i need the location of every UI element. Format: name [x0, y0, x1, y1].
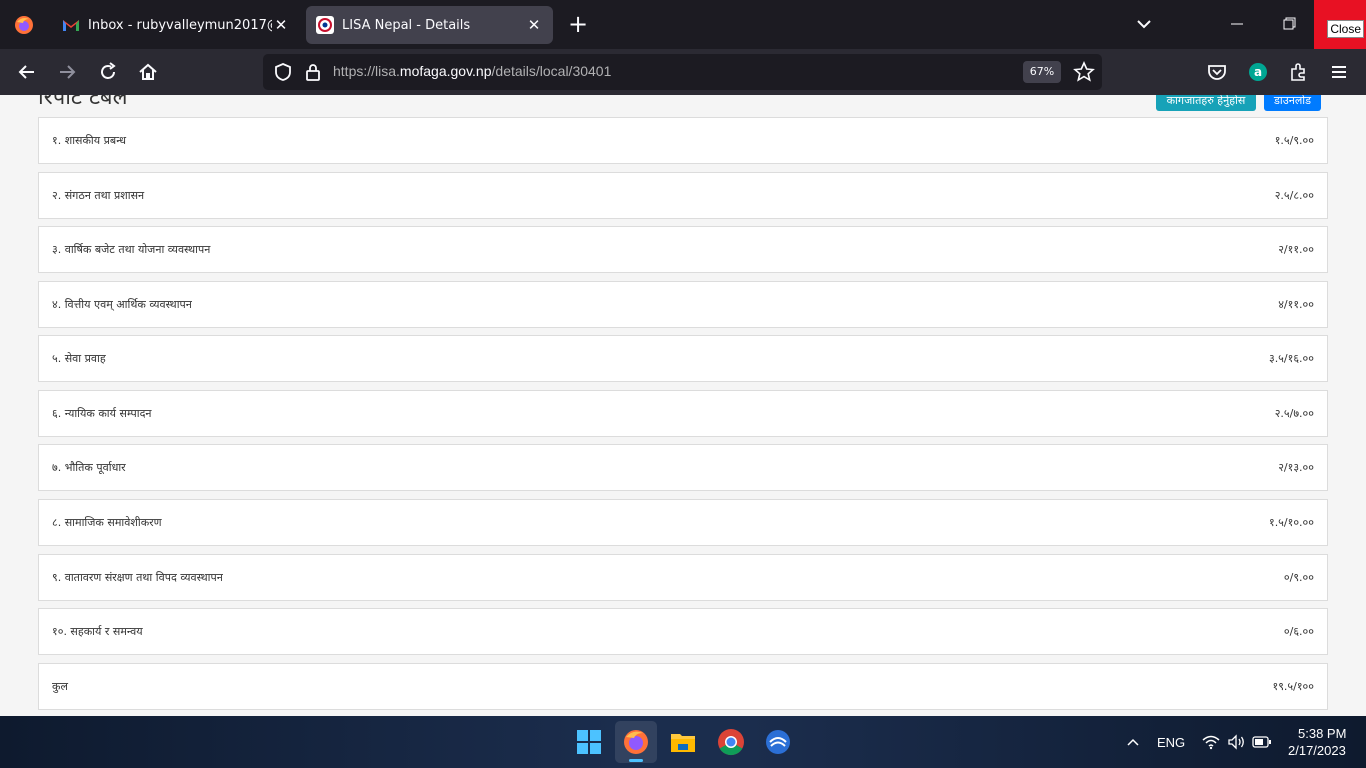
bookmark-star-icon[interactable] — [1073, 61, 1095, 83]
lisa-logo-icon — [316, 16, 334, 34]
row-label: कुल — [52, 680, 68, 693]
volume-icon[interactable] — [1227, 734, 1247, 750]
window-close-button[interactable]: Close — [1314, 0, 1366, 49]
firefox-taskbar-button[interactable] — [615, 721, 657, 763]
forward-arrow-icon[interactable] — [56, 61, 78, 83]
tab-lisa-nepal[interactable]: LISA Nepal - Details ✕ — [306, 6, 553, 44]
row-score: २/११.०० — [1278, 243, 1314, 256]
gmail-icon — [63, 20, 79, 31]
report-row: १०. सहकार्य र समन्वय ०/६.०० — [38, 608, 1328, 655]
home-icon[interactable] — [137, 61, 159, 83]
back-arrow-icon[interactable] — [16, 61, 38, 83]
close-tooltip: Close — [1327, 20, 1364, 38]
row-score: २/१३.०० — [1278, 461, 1314, 474]
report-row: ५. सेवा प्रवाह ३.५/१६.०० — [38, 335, 1328, 382]
row-score: २.५/८.०० — [1274, 189, 1314, 202]
row-label: ९. वातावरण संरक्षण तथा विपद व्यवस्थापन — [52, 571, 223, 584]
row-score: १९.५/१०० — [1272, 680, 1314, 693]
language-indicator[interactable]: ENG — [1157, 735, 1185, 750]
report-row: ४. वित्तीय एवम् आर्थिक व्यवस्थापन ४/११.०० — [38, 281, 1328, 328]
row-score: १.५/९.०० — [1274, 134, 1314, 147]
report-row: २. संगठन तथा प्रशासन २.५/८.०० — [38, 172, 1328, 219]
address-bar[interactable]: https://lisa.mofaga.gov.np/details/local… — [263, 54, 1102, 90]
app-swirl-icon[interactable] — [763, 727, 793, 757]
new-tab-button[interactable]: + — [565, 12, 591, 38]
reload-icon[interactable] — [97, 61, 119, 83]
browser-tab-bar: Inbox - rubyvalleymun2017@gmail.com - Gm… — [0, 0, 1366, 49]
chevron-up-icon[interactable] — [1126, 736, 1140, 748]
report-row: ९. वातावरण संरक्षण तथा विपद व्यवस्थापन ०/… — [38, 554, 1328, 601]
file-explorer-icon[interactable] — [668, 727, 698, 757]
firefox-menu-icon[interactable] — [0, 0, 47, 49]
restore-icon[interactable] — [1277, 14, 1301, 34]
row-label: १. शासकीय प्रबन्ध — [52, 134, 127, 147]
navigation-toolbar: https://lisa.mofaga.gov.np/details/local… — [0, 49, 1366, 95]
chrome-icon[interactable] — [716, 727, 746, 757]
report-table-heading: रिपोर्ट टेबल — [38, 95, 128, 110]
firefox-icon — [624, 730, 648, 754]
tracking-protection-shield-icon[interactable] — [273, 62, 293, 82]
windows-start-icon[interactable] — [574, 727, 604, 757]
pocket-icon[interactable] — [1206, 61, 1228, 83]
row-label: ७. भौतिक पूर्वाधार — [52, 461, 126, 474]
zoom-level-badge[interactable]: 67% — [1023, 61, 1061, 83]
download-button[interactable]: डाउनलोड — [1264, 95, 1321, 111]
tab-title: Inbox - rubyvalleymun2017@gmail.com - Gm… — [88, 17, 272, 33]
row-label: ६. न्यायिक कार्य सम्पादन — [52, 407, 152, 420]
tab-title: LISA Nepal - Details — [342, 17, 471, 33]
tab-close-icon[interactable]: ✕ — [272, 16, 290, 34]
row-score: २.५/७.०० — [1274, 407, 1314, 420]
extensions-puzzle-icon[interactable] — [1288, 61, 1310, 83]
row-score: ०/६.०० — [1283, 625, 1314, 638]
row-score: १.५/१०.०० — [1268, 516, 1314, 529]
windows-taskbar: ENG 5:38 PM 2/17/2023 — [0, 716, 1366, 768]
clock-time[interactable]: 5:38 PM — [1298, 726, 1346, 741]
lock-icon[interactable] — [304, 62, 322, 82]
row-label: २. संगठन तथा प्रशासन — [52, 189, 145, 202]
row-score: ३.५/१६.०० — [1268, 352, 1314, 365]
wifi-icon[interactable] — [1202, 734, 1220, 750]
tab-gmail-inbox[interactable]: Inbox - rubyvalleymun2017@gmail.com - Gm… — [52, 6, 300, 44]
list-all-tabs-icon[interactable] — [1132, 14, 1156, 34]
view-documents-button[interactable]: कागजातहरु हेर्नुहोस — [1156, 95, 1256, 111]
report-row: ६. न्यायिक कार्य सम्पादन २.५/७.०० — [38, 390, 1328, 437]
row-label: ३. वार्षिक बजेट तथा योजना व्यवस्थापन — [52, 243, 211, 256]
report-row: ८. सामाजिक समावेशीकरण १.५/१०.०० — [38, 499, 1328, 546]
url-text[interactable]: https://lisa.mofaga.gov.np/details/local… — [333, 63, 611, 79]
clock-date[interactable]: 2/17/2023 — [1288, 743, 1346, 758]
report-row: ७. भौतिक पूर्वाधार २/१३.०० — [38, 444, 1328, 491]
report-total-row: कुल १९.५/१०० — [38, 663, 1328, 710]
page-content: रिपोर्ट टेबल कागजातहरु हेर्नुहोस डाउनलोड… — [0, 95, 1366, 716]
row-label: ४. वित्तीय एवम् आर्थिक व्यवस्थापन — [52, 298, 192, 311]
battery-icon[interactable] — [1252, 735, 1272, 749]
report-row: ३. वार्षिक बजेट तथा योजना व्यवस्थापन २/११… — [38, 226, 1328, 273]
row-label: १०. सहकार्य र समन्वय — [52, 625, 143, 638]
extension-a-icon[interactable]: a — [1247, 61, 1269, 83]
tab-close-icon[interactable]: ✕ — [525, 16, 543, 34]
report-row: १. शासकीय प्रबन्ध १.५/९.०० — [38, 117, 1328, 164]
row-label: ८. सामाजिक समावेशीकरण — [52, 516, 162, 529]
svg-text:a: a — [1254, 65, 1262, 79]
row-score: ४/११.०० — [1278, 298, 1314, 311]
active-indicator — [629, 759, 643, 762]
row-score: ०/९.०० — [1283, 571, 1314, 584]
row-label: ५. सेवा प्रवाह — [52, 352, 106, 365]
hamburger-menu-icon[interactable] — [1328, 61, 1350, 83]
minimize-icon[interactable] — [1225, 14, 1249, 34]
